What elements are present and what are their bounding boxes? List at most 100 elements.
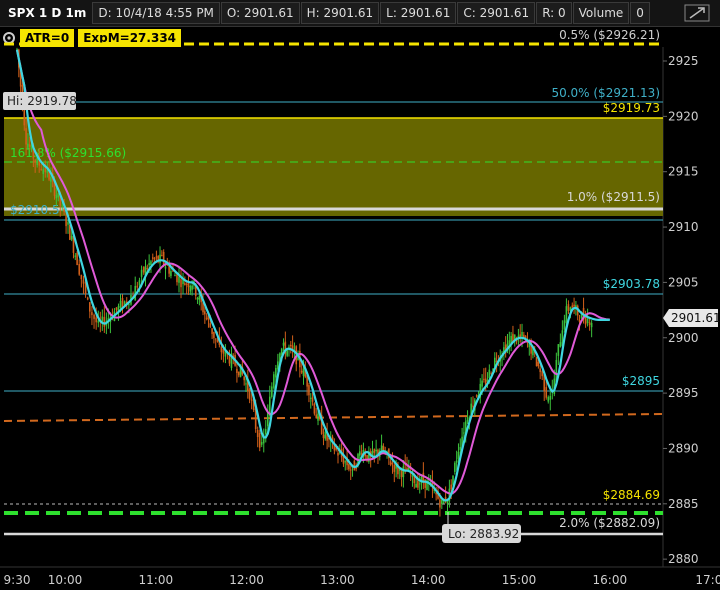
candle-body	[302, 368, 305, 376]
time-tick-label: 15:00	[502, 573, 537, 587]
candle-body	[138, 280, 141, 286]
candle-body	[95, 317, 97, 323]
label-2926: 0.5% ($2926.21)	[559, 28, 660, 42]
candle-body	[439, 499, 441, 508]
candle-body	[82, 279, 85, 284]
moving-average-slow	[16, 49, 610, 495]
price-tick-label: 2920	[668, 109, 699, 123]
candle-body	[454, 462, 456, 472]
candle-body	[337, 452, 339, 456]
level-lines	[3, 42, 664, 536]
candle-body	[573, 304, 575, 307]
candle-body	[521, 331, 523, 337]
candle-body	[309, 397, 312, 399]
candle-body	[457, 451, 460, 460]
candle-body	[205, 317, 208, 319]
candle-body	[27, 143, 29, 148]
time-axis: 9:30 10:00 11:00 12:00 13:00 14:00 15:00 16:00 1…	[4, 573, 720, 587]
candle-body	[86, 297, 89, 300]
candle-body	[34, 159, 36, 163]
candle-body	[97, 320, 100, 323]
candle-body	[220, 346, 223, 353]
candle-body	[176, 274, 178, 283]
candle-body	[237, 371, 240, 376]
candle-body	[185, 283, 188, 285]
price-tick-label: 2885	[668, 497, 699, 511]
candle-body	[184, 283, 186, 285]
label-2910: $2910.5	[10, 203, 60, 217]
candle-body	[565, 306, 568, 324]
candle-body	[146, 268, 149, 270]
candle-body	[418, 483, 421, 485]
candle-body	[140, 269, 143, 277]
time-tick-label: 14:00	[411, 573, 446, 587]
candle-body	[119, 300, 122, 308]
candle-body	[308, 385, 310, 396]
candle-body	[74, 255, 77, 257]
hi-bubble: Hi: 2919.78	[3, 92, 77, 110]
candle-body	[148, 263, 150, 266]
candle-body	[481, 380, 483, 387]
candle-body	[441, 499, 443, 504]
candle-body	[417, 480, 419, 488]
candle-body	[549, 396, 552, 400]
price-tick-label: 2905	[668, 275, 699, 289]
candle-body	[198, 295, 201, 300]
candle-body	[153, 258, 156, 260]
candle-body	[78, 263, 81, 275]
candle-body	[463, 432, 465, 434]
time-tick-label: 13:00	[320, 573, 355, 587]
time-tick-label: 17:08	[695, 573, 720, 587]
candle-body	[571, 305, 574, 308]
candle-body	[189, 285, 192, 292]
candle-body	[260, 442, 263, 445]
candle-body	[450, 484, 453, 490]
candle-body	[91, 312, 93, 316]
candle-body	[76, 252, 78, 266]
candle-body	[243, 376, 245, 381]
time-tick-label: 12:00	[229, 573, 264, 587]
candle-body	[80, 274, 83, 280]
candle-body	[67, 222, 69, 225]
candle-body	[93, 314, 95, 319]
candle-body	[191, 285, 193, 290]
candle-body	[271, 386, 273, 397]
candle-body	[273, 374, 275, 388]
candle-body	[180, 279, 182, 288]
candle-body	[590, 322, 593, 328]
candle-body	[155, 256, 158, 258]
current-price-label: 2901.61	[671, 311, 720, 325]
price-tick-label: 2915	[668, 165, 699, 179]
time-tick-label: 11:00	[139, 573, 174, 587]
candle-body	[164, 266, 167, 269]
candle-body	[245, 383, 247, 385]
price-tick-label: 2925	[668, 54, 699, 68]
candle-body	[539, 368, 541, 373]
candle-body	[209, 323, 212, 328]
time-tick-label: 16:00	[593, 573, 628, 587]
price-tick-label: 2910	[668, 220, 699, 234]
candle-body	[170, 271, 172, 276]
candle-body	[400, 470, 403, 477]
hi-label: Hi: 2919.78	[7, 94, 77, 108]
candle-body	[289, 344, 292, 347]
candle-body	[187, 283, 190, 288]
candle-body	[389, 461, 392, 465]
candle-body	[559, 342, 562, 347]
label-2882: 2.0% ($2882.09)	[559, 516, 660, 530]
candle-body	[545, 387, 548, 398]
candle-body	[42, 169, 45, 174]
candle-body	[258, 433, 261, 448]
candle-body	[162, 251, 165, 265]
price-tick-label: 2890	[668, 441, 699, 455]
candle-body	[65, 216, 67, 227]
candle-body	[142, 267, 145, 273]
price-chart[interactable]: 0.5% ($2926.21) 50.0% ($2921.13) $2919.7…	[0, 0, 720, 590]
candle-body	[174, 275, 176, 277]
candle-body	[204, 311, 206, 315]
label-2919: $2919.73	[603, 101, 660, 115]
candle-body	[483, 378, 485, 380]
candle-body	[50, 177, 52, 182]
candle-body	[349, 469, 352, 471]
label-2911: 1.0% ($2911.5)	[567, 190, 660, 204]
